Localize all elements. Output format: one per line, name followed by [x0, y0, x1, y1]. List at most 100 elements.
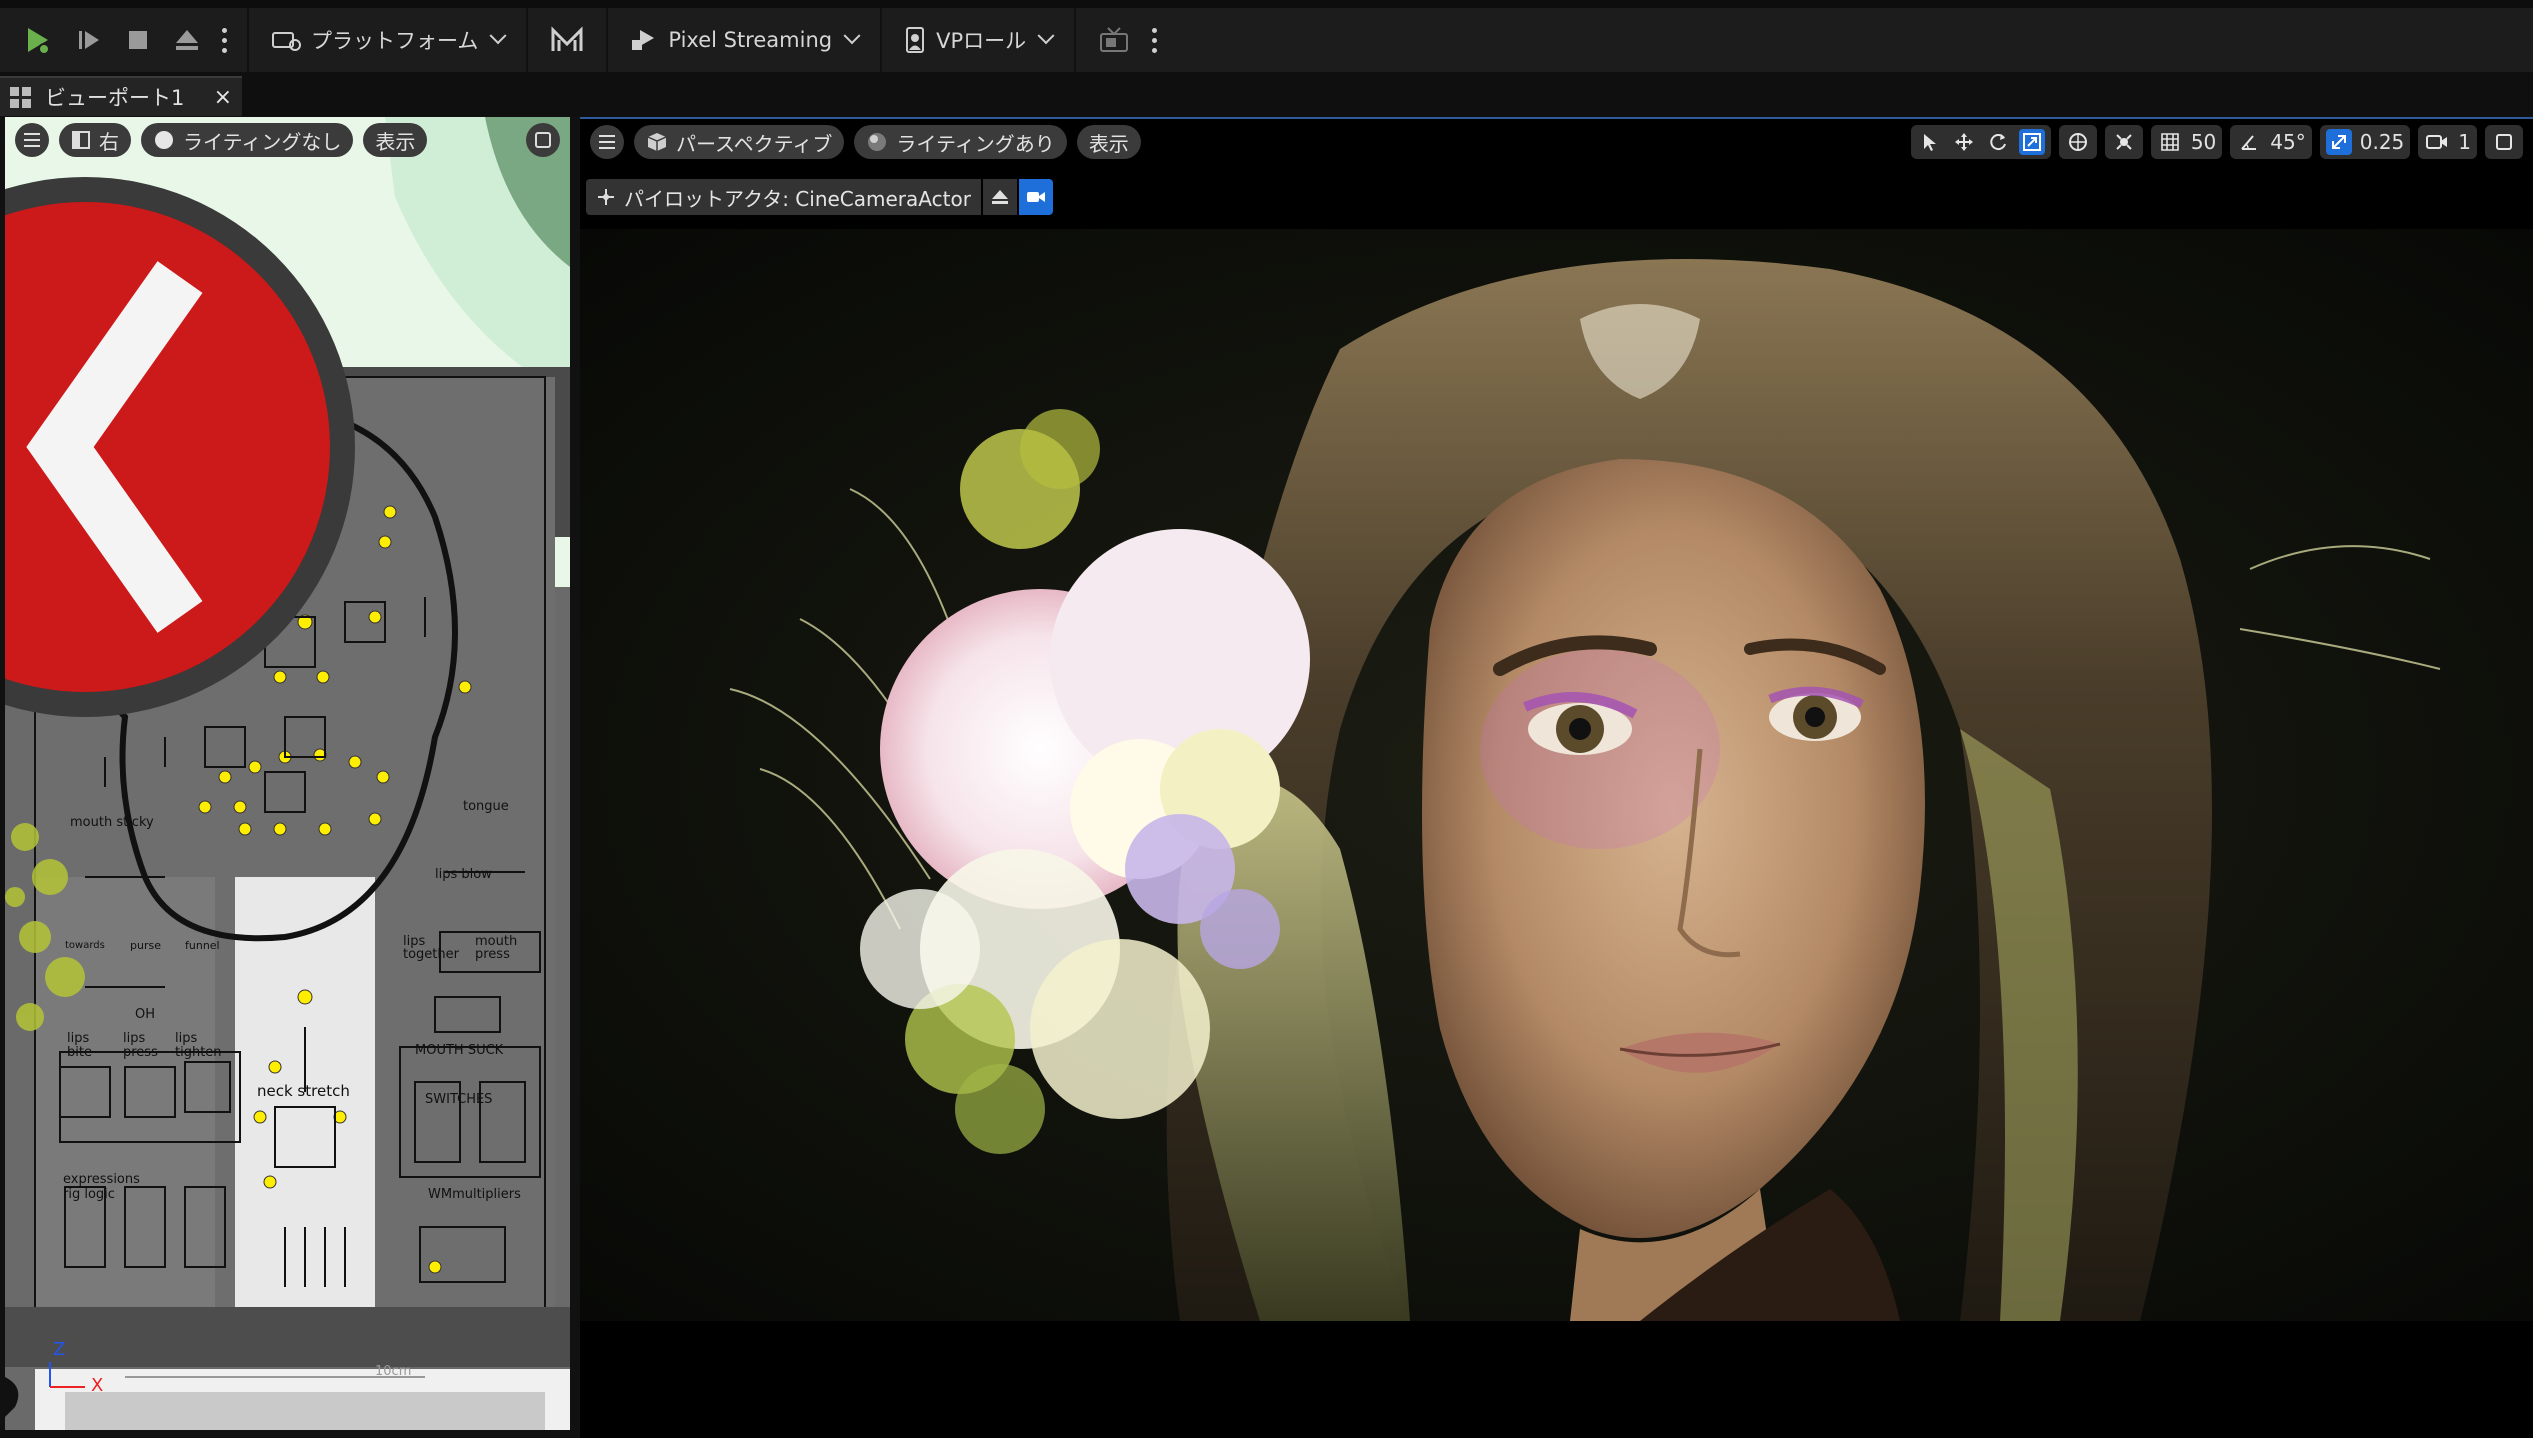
- eject-button[interactable]: [162, 15, 212, 65]
- tab-bar: ビューポート1 ×: [0, 72, 2533, 116]
- coordinate-space-button[interactable]: [2058, 125, 2097, 159]
- grid-scale-label: 10cm: [375, 1364, 412, 1379]
- view-type-right-button[interactable]: 右: [59, 123, 131, 157]
- more-options-kebab-icon[interactable]: [1142, 27, 1167, 53]
- pixel-streaming-group: Pixel Streaming: [608, 8, 883, 72]
- vp-role-label: VPロール: [936, 29, 1027, 53]
- rig-label-neck-stretch: neck stretch: [257, 1082, 350, 1100]
- maximize-main-viewport-button[interactable]: [2485, 125, 2523, 159]
- pixel-streaming-icon: [632, 30, 655, 50]
- rig-label-rig-logic: rig logic: [63, 1187, 115, 1202]
- pilot-actor-icon: [598, 189, 614, 205]
- angle-snap-button[interactable]: 45°: [2230, 125, 2312, 159]
- rig-label-switches: SWITCHES: [425, 1092, 493, 1107]
- lit-sphere-icon: [868, 133, 887, 151]
- rig-label-mouth-sticky: mouth sticky: [70, 815, 154, 830]
- eject-icon: [176, 30, 198, 50]
- grid-snap-button[interactable]: 50: [2150, 125, 2223, 159]
- view-type-label: 右: [99, 129, 119, 154]
- chevron-down-icon: [489, 27, 507, 45]
- left-viewport[interactable]: mouth sticky tongue lips blow towards pu…: [5, 117, 570, 1430]
- stop-icon: [129, 31, 147, 49]
- vp-role-dropdown[interactable]: VPロール: [892, 15, 1064, 65]
- axis-z-label: Z: [53, 1339, 66, 1360]
- left-viewport-toolbar: 右 ライティングなし 表示: [15, 123, 428, 157]
- lighting-lit-button[interactable]: ライティングあり: [854, 125, 1067, 159]
- lighting-label: ライティングあり: [896, 131, 1055, 156]
- surface-snap-icon: [2111, 129, 2137, 155]
- close-icon[interactable]: ×: [214, 85, 232, 110]
- side-view-icon: [72, 131, 90, 149]
- pixel-streaming-dropdown[interactable]: Pixel Streaming: [618, 15, 870, 65]
- camera-speed-button[interactable]: 1: [2418, 125, 2477, 159]
- main-toolbar: プラットフォーム Pixel Streaming VPロール: [0, 0, 2533, 72]
- left-viewport-menu-button[interactable]: [15, 123, 49, 157]
- vp-role-group: VPロール: [882, 8, 1077, 72]
- pilot-actor-label-box: パイロットアクタ: CineCameraActor: [586, 179, 981, 215]
- rig-label-lips-press: lips press: [123, 1031, 158, 1060]
- hamburger-icon: [599, 135, 615, 149]
- angle-icon: [2236, 129, 2262, 155]
- play-controls: [0, 8, 249, 72]
- scale-icon[interactable]: [2018, 129, 2045, 155]
- scale-snap-value: 0.25: [2359, 130, 2405, 154]
- platform-label: プラットフォーム: [311, 29, 479, 53]
- rig-label-towards: towards: [65, 940, 105, 951]
- face-control-rig-board: [5, 117, 570, 1430]
- transform-mode-group: [1910, 125, 2051, 159]
- play-options-kebab-icon[interactable]: [212, 27, 237, 53]
- rig-label-mouth-suck: MOUTH SUCK: [415, 1043, 504, 1058]
- main-show-button[interactable]: 表示: [1076, 125, 1141, 159]
- grid-icon: [2157, 129, 2183, 155]
- play-icon: [28, 28, 50, 55]
- cube-icon: [647, 133, 667, 151]
- step-button[interactable]: [64, 15, 114, 65]
- perspective-label: パースペクティブ: [676, 131, 833, 156]
- rig-label-tongue: tongue: [463, 799, 509, 814]
- eject-pilot-button[interactable]: [982, 179, 1017, 215]
- video-camera-icon: [1026, 192, 1045, 202]
- rig-label-lips-tighten: lips tighten: [175, 1031, 222, 1060]
- stop-button[interactable]: [114, 15, 162, 65]
- tab-label: ビューポート1: [45, 86, 185, 110]
- maximize-viewport-button[interactable]: [526, 123, 560, 157]
- pixel-streaming-label: Pixel Streaming: [668, 28, 833, 52]
- left-show-button[interactable]: 表示: [363, 123, 428, 157]
- scale-snap-icon: [2325, 129, 2352, 155]
- platform-dropdown[interactable]: プラットフォーム: [259, 15, 516, 65]
- modeling-m-icon: [551, 26, 583, 51]
- rig-label-funnel: funnel: [185, 939, 220, 952]
- select-arrow-icon[interactable]: [1917, 129, 1943, 155]
- camera-icon: [2424, 129, 2450, 155]
- transform-tools: 50 45° 0.25 1: [1910, 125, 2523, 159]
- maximize-icon: [535, 132, 551, 148]
- lighting-sphere-icon: [155, 131, 173, 149]
- rig-label-lips-blow: lips blow: [435, 867, 492, 882]
- move-icon[interactable]: [1951, 129, 1977, 155]
- lighting-label: ライティングなし: [183, 129, 342, 154]
- broadcast-icon: [1100, 27, 1129, 52]
- scale-snap-button[interactable]: 0.25: [2319, 125, 2411, 159]
- platform-icon: [272, 32, 301, 51]
- surface-snapping-button[interactable]: [2104, 125, 2143, 159]
- main-viewport[interactable]: パースペクティブ ライティングあり 表示 50 45° 0.25 1 パイロット…: [580, 117, 2533, 1438]
- rig-label-expressions: expressions: [63, 1172, 140, 1187]
- maximize-icon: [2491, 129, 2517, 155]
- lighting-unlit-button[interactable]: ライティングなし: [141, 123, 354, 157]
- perspective-button[interactable]: パースペクティブ: [634, 125, 845, 159]
- modeling-mode-button[interactable]: [538, 15, 596, 65]
- camera-lock-button[interactable]: [1018, 179, 1053, 215]
- scene-render-image: [580, 229, 2533, 1321]
- main-viewport-toolbar: パースペクティブ ライティングあり 表示: [590, 125, 1141, 159]
- vp-role-icon: [906, 27, 925, 53]
- tab-viewport1[interactable]: ビューポート1 ×: [0, 76, 242, 116]
- world-coordinates-icon: [2065, 129, 2091, 155]
- rig-label-wm-multipliers: WMmultipliers: [428, 1187, 521, 1202]
- chevron-down-icon: [1037, 27, 1055, 45]
- rotate-icon[interactable]: [1985, 129, 2011, 155]
- rig-label-mouth-press: mouth press: [475, 934, 518, 962]
- axis-x-label: X: [91, 1375, 104, 1396]
- media-button[interactable]: [1086, 15, 1142, 65]
- play-button[interactable]: [10, 15, 64, 65]
- main-viewport-menu-button[interactable]: [590, 125, 624, 159]
